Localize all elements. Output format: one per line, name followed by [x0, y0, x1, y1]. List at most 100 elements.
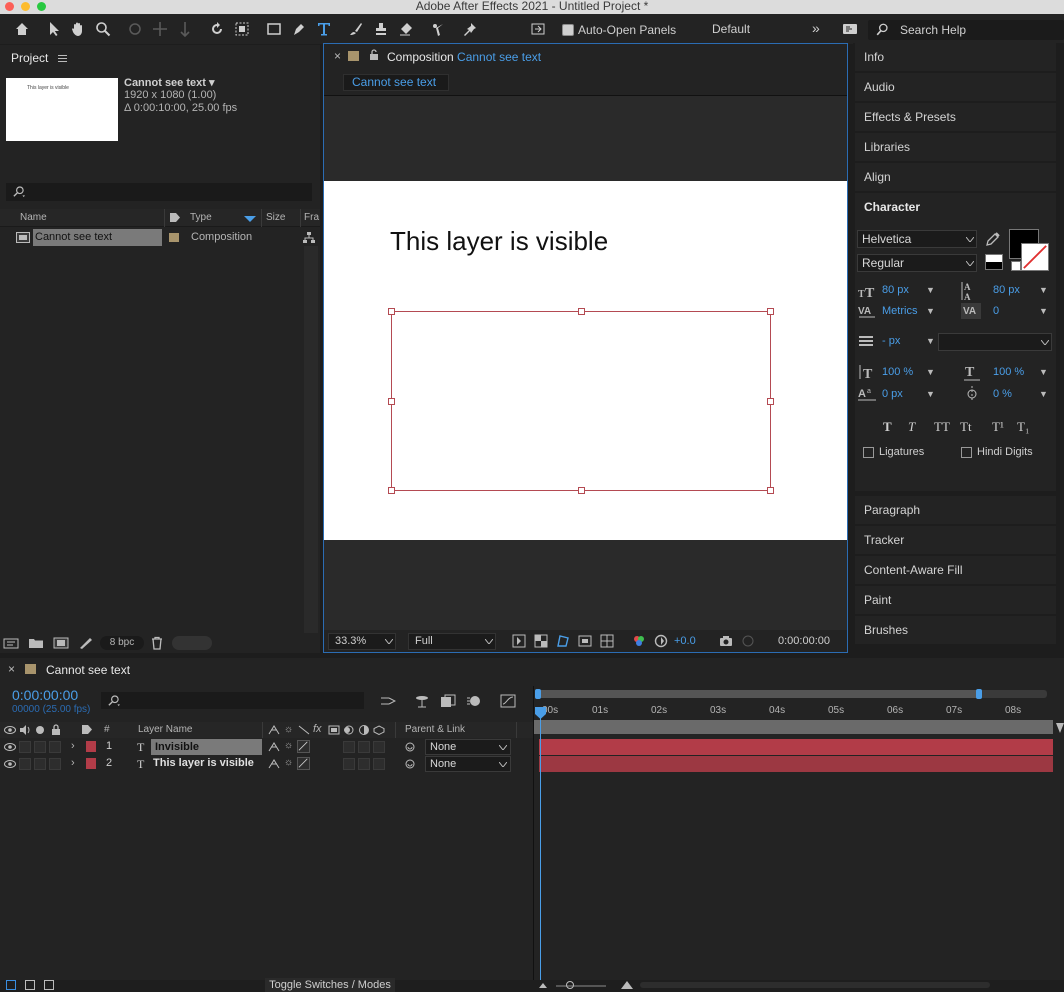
- eraser-icon[interactable]: [396, 19, 416, 39]
- trash-icon[interactable]: [150, 636, 164, 650]
- transfer-controls-toggle-icon[interactable]: [25, 980, 35, 990]
- eye-icon[interactable]: [4, 759, 16, 769]
- list-item[interactable]: Cannot see text Composition: [0, 229, 320, 246]
- timeline-horizontal-scrollbar[interactable]: [640, 982, 990, 988]
- col-size[interactable]: Size: [266, 212, 285, 223]
- timeline-zoom-slider[interactable]: [556, 985, 606, 987]
- show-snapshot-icon[interactable]: [741, 634, 755, 648]
- font-size-value[interactable]: 80 px: [882, 284, 909, 296]
- close-tab-icon[interactable]: ×: [8, 662, 15, 676]
- reset-exposure-icon[interactable]: [654, 634, 668, 648]
- playhead-handle-icon[interactable]: [534, 706, 547, 720]
- home-icon[interactable]: [12, 19, 32, 39]
- composition-viewer[interactable]: This layer is visible: [324, 96, 847, 636]
- navigator-end-handle[interactable]: [976, 689, 982, 699]
- stroke-color-swatch[interactable]: [1021, 243, 1049, 271]
- camera-orbit-icon[interactable]: [232, 19, 252, 39]
- fill-stroke-swatch-small[interactable]: [985, 254, 1003, 270]
- align-panel-tab[interactable]: Align: [855, 163, 1056, 191]
- transform-handle[interactable]: [578, 487, 585, 494]
- selection-tool-icon[interactable]: [44, 19, 64, 39]
- expand-chevron-icon[interactable]: ›: [71, 740, 75, 752]
- fast-previews-icon[interactable]: [512, 634, 526, 648]
- project-menu-icon[interactable]: [58, 54, 68, 62]
- frame-blend-icon[interactable]: [328, 725, 340, 735]
- viewer-timecode[interactable]: 0:00:00:00: [778, 635, 830, 647]
- faux-italic-button[interactable]: T: [908, 419, 915, 435]
- zoom-out-icon[interactable]: [538, 980, 548, 990]
- work-area-bar[interactable]: [534, 720, 1053, 734]
- comp-name-header[interactable]: Cannot see text ▾: [124, 76, 215, 89]
- ligatures-checkbox[interactable]: [863, 446, 874, 458]
- tracker-panel-tab[interactable]: Tracker: [855, 526, 1056, 554]
- adjustment-layer-icon[interactable]: [358, 725, 370, 735]
- character-panel-title[interactable]: Character: [864, 200, 920, 214]
- interpret-footage-icon[interactable]: [3, 637, 19, 649]
- transform-handle[interactable]: [388, 398, 395, 405]
- eye-icon[interactable]: [4, 742, 16, 752]
- audio-toggle[interactable]: [19, 758, 31, 770]
- shy-switch-icon[interactable]: [268, 742, 280, 752]
- zoom-slider-handle[interactable]: [566, 981, 574, 989]
- col-frame[interactable]: Fra: [304, 212, 319, 223]
- pick-whip-icon[interactable]: [404, 758, 416, 770]
- label-color-swatch[interactable]: [86, 758, 96, 769]
- label-color-swatch[interactable]: [348, 51, 359, 61]
- 3d-layer-icon[interactable]: [373, 725, 385, 735]
- snapshot-icon[interactable]: [719, 634, 733, 648]
- pan-behind-tool-icon[interactable]: [150, 19, 170, 39]
- chevron-down-icon[interactable]: ▼: [926, 336, 935, 346]
- shy-switch-icon[interactable]: [268, 759, 280, 769]
- brush-tool-icon[interactable]: [346, 19, 366, 39]
- exposure-value[interactable]: +0.0: [674, 635, 696, 647]
- project-scrollbar[interactable]: [304, 246, 318, 634]
- navigator-start-handle[interactable]: [535, 689, 541, 699]
- parent-dropdown[interactable]: None: [425, 739, 511, 755]
- content-aware-fill-panel-tab[interactable]: Content-Aware Fill: [855, 556, 1056, 584]
- audio-toggle[interactable]: [19, 741, 31, 753]
- project-zoom-slider[interactable]: [172, 636, 212, 650]
- motion-blur-switch[interactable]: [343, 741, 355, 753]
- panel-collapse-icon[interactable]: [528, 19, 548, 39]
- all-caps-button[interactable]: TT: [934, 419, 950, 435]
- rotation-tool-icon[interactable]: [125, 19, 145, 39]
- layer-duration-bar[interactable]: [539, 756, 1053, 772]
- vertical-scale-value[interactable]: 100 %: [882, 366, 913, 378]
- clone-stamp-icon[interactable]: [371, 19, 391, 39]
- stroke-width-value[interactable]: - px: [882, 335, 900, 347]
- tracking-value[interactable]: 0: [993, 305, 999, 317]
- collapse-icon[interactable]: ☼: [284, 724, 293, 735]
- hindi-digits-checkbox[interactable]: [961, 446, 972, 458]
- magnification-dropdown[interactable]: 33.3%: [328, 633, 396, 650]
- col-layer-name[interactable]: Layer Name: [138, 724, 192, 735]
- transform-handle[interactable]: [767, 398, 774, 405]
- workspace-default[interactable]: Default: [712, 22, 750, 36]
- project-search-input[interactable]: [6, 183, 312, 201]
- motion-blur-switch-icon[interactable]: [343, 725, 355, 735]
- lock-icon[interactable]: [51, 724, 61, 736]
- chevron-down-icon[interactable]: ▼: [1039, 285, 1048, 295]
- time-ruler[interactable]: 00s 01s 02s 03s 04s 05s 06s 07s 08s: [534, 702, 1064, 720]
- solo-toggle[interactable]: [34, 741, 46, 753]
- auto-open-checkbox[interactable]: [562, 24, 574, 36]
- composition-canvas[interactable]: This layer is visible: [324, 181, 847, 540]
- layer-name-visible[interactable]: This layer is visible: [153, 757, 254, 769]
- leading-value[interactable]: 80 px: [993, 284, 1020, 296]
- draft-3d-icon[interactable]: [414, 694, 430, 708]
- invisible-layer-bounding-box[interactable]: [388, 308, 774, 494]
- 3d-switch[interactable]: [373, 741, 385, 753]
- col-parent-link[interactable]: Parent & Link: [405, 724, 465, 735]
- eye-icon[interactable]: [4, 725, 16, 735]
- motion-blur-switch[interactable]: [343, 758, 355, 770]
- small-caps-button[interactable]: Tt: [960, 419, 972, 435]
- close-tab-icon[interactable]: ×: [334, 49, 341, 63]
- hand-tool-icon[interactable]: [68, 19, 88, 39]
- table-row[interactable]: › 2 T This layer is visible ☼ None: [0, 756, 533, 772]
- rectangle-tool-icon[interactable]: [264, 19, 284, 39]
- chevron-down-icon[interactable]: ▼: [1039, 389, 1048, 399]
- shy-icon[interactable]: [268, 725, 280, 735]
- pick-whip-icon[interactable]: [404, 741, 416, 753]
- chevron-down-icon[interactable]: ▼: [926, 306, 935, 316]
- layer-duration-bar[interactable]: [539, 739, 1053, 755]
- col-type[interactable]: Type: [190, 212, 212, 223]
